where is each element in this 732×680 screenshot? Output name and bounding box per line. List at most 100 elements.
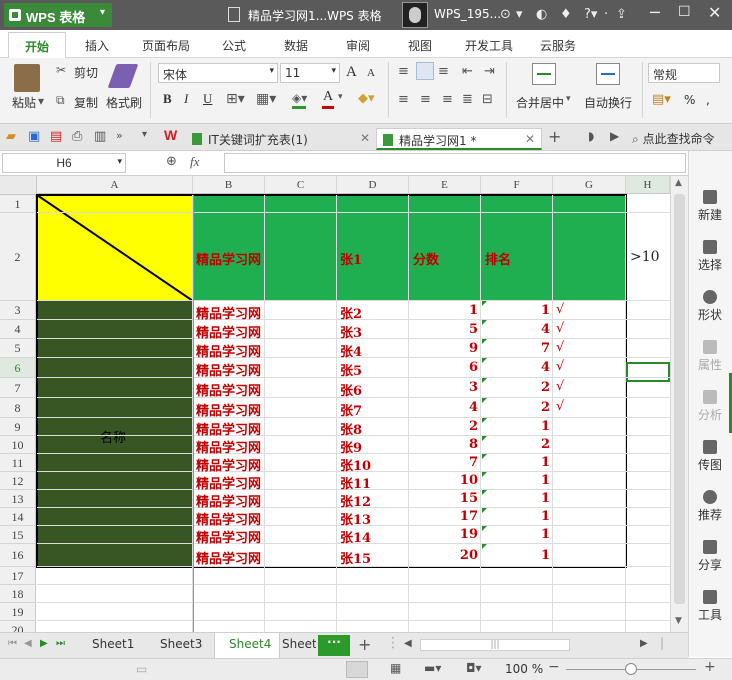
shrink-font-button[interactable]: A xyxy=(367,67,375,79)
align-left-icon[interactable]: ≡ xyxy=(398,92,409,107)
font-color-icon[interactable]: A xyxy=(323,89,333,105)
column-header[interactable]: H xyxy=(626,176,670,194)
cell-rank[interactable]: 1 xyxy=(481,527,550,542)
close-icon[interactable]: ✕ xyxy=(708,3,721,22)
cell-name[interactable]: 张14 xyxy=(340,527,371,546)
row-header[interactable]: 9 xyxy=(0,418,36,436)
cell-name[interactable]: 张3 xyxy=(340,322,362,341)
cell-site[interactable]: 精品学习网 xyxy=(196,527,261,546)
cell-rank[interactable]: 4 xyxy=(481,360,550,375)
row-header[interactable]: 2 xyxy=(0,213,36,301)
cell-site[interactable]: 精品学习网 xyxy=(196,509,261,528)
header-e[interactable]: 分数 xyxy=(413,249,439,268)
cell-site[interactable]: 精品学习网 xyxy=(196,322,261,341)
pdf-icon[interactable]: ▤ xyxy=(50,129,62,144)
cell-score[interactable]: 9 xyxy=(409,341,478,356)
skin-icon[interactable]: ♦ xyxy=(560,7,572,22)
add-sheet-icon[interactable]: + xyxy=(358,635,371,654)
currency-icon[interactable]: ▤▾ xyxy=(652,92,671,107)
column-header[interactable]: F xyxy=(481,176,553,194)
formula-input[interactable] xyxy=(224,153,686,173)
cell-site[interactable]: 精品学习网 xyxy=(196,491,261,510)
row-header[interactable]: 5 xyxy=(0,339,36,358)
row-header[interactable]: 3 xyxy=(0,301,36,320)
sheet-tab[interactable]: Sheet3 xyxy=(160,637,202,651)
underline-button[interactable]: U xyxy=(203,91,212,107)
row-header[interactable]: 4 xyxy=(0,320,36,339)
tab-data[interactable]: 数据 xyxy=(284,37,308,54)
cell-name[interactable]: 张5 xyxy=(340,360,362,379)
align-middle-icon[interactable] xyxy=(416,62,434,80)
select-all-corner[interactable] xyxy=(0,176,37,195)
user-name[interactable]: WPS_195... xyxy=(434,7,501,21)
cell-site[interactable]: 精品学习网 xyxy=(196,473,261,492)
new-tab-icon[interactable]: + xyxy=(548,127,561,146)
paste-button[interactable]: 粘贴 xyxy=(12,94,36,111)
cell-score[interactable]: 15 xyxy=(409,491,478,506)
cell-name[interactable]: 张7 xyxy=(340,400,362,419)
cell-site[interactable]: 精品学习网 xyxy=(196,437,261,456)
column-header[interactable]: B xyxy=(193,176,265,194)
cell-name[interactable]: 张2 xyxy=(340,303,362,322)
chevron-down-icon[interactable]: ▾ xyxy=(38,94,44,108)
column-header[interactable]: D xyxy=(337,176,409,194)
cell-site[interactable]: 精品学习网 xyxy=(196,419,261,438)
comma-button[interactable]: , xyxy=(706,93,710,107)
cell-score[interactable]: 1 xyxy=(409,303,478,318)
row-header[interactable]: 20 xyxy=(0,621,36,632)
normal-view-icon[interactable] xyxy=(346,661,368,678)
cell-rank[interactable]: 2 xyxy=(481,400,550,415)
scrollbar-thumb[interactable] xyxy=(674,194,685,604)
window-list-icon[interactable]: ▶ xyxy=(610,129,619,143)
cell-name[interactable]: 张11 xyxy=(340,473,371,492)
print-icon[interactable]: ⎙ xyxy=(72,129,82,144)
panel-tools[interactable]: 工具 xyxy=(688,590,732,623)
preview-icon[interactable]: ▥ xyxy=(94,129,106,144)
page-break-view-icon[interactable]: ▦ xyxy=(390,661,401,675)
app-menu-button[interactable]: WPS 表格 ▾ xyxy=(4,3,112,27)
column-header[interactable]: G xyxy=(553,176,626,194)
cell-score[interactable]: 6 xyxy=(409,360,478,375)
zoom-slider-thumb[interactable] xyxy=(625,663,637,675)
cell-check[interactable]: √ xyxy=(556,302,564,317)
chevron-down-icon[interactable]: ▾ xyxy=(338,92,343,102)
scroll-down-icon[interactable]: ▼ xyxy=(675,616,682,626)
last-sheet-icon[interactable]: ⏭ xyxy=(56,638,65,649)
open-folder-icon[interactable]: ▰ xyxy=(6,129,16,144)
panel-recommend[interactable]: 推荐 xyxy=(688,490,732,523)
cell-name[interactable]: 张15 xyxy=(340,548,371,567)
vertical-scrollbar[interactable]: ▲ ▼ xyxy=(670,176,688,632)
tab-review[interactable]: 审阅 xyxy=(346,37,370,54)
sheet-tab[interactable]: Sheet! xyxy=(282,637,316,651)
cell-site[interactable]: 精品学习网 xyxy=(196,380,261,399)
align-bottom-icon[interactable]: ≡ xyxy=(438,64,449,79)
prev-sheet-icon[interactable]: ◀ xyxy=(24,638,32,649)
command-search[interactable]: ⌕ 点此查找命令 xyxy=(632,127,732,148)
italic-button[interactable]: I xyxy=(184,91,188,107)
more-icon[interactable]: » xyxy=(116,129,123,142)
name-box[interactable]: H6 ▾ xyxy=(2,153,126,173)
panel-analysis[interactable]: 分析 xyxy=(688,390,732,423)
cell-name[interactable]: 张6 xyxy=(340,380,362,399)
row-header[interactable]: 1 xyxy=(0,195,36,213)
scroll-right-icon[interactable]: ▶ xyxy=(640,638,648,649)
cell-score[interactable]: 2 xyxy=(409,419,478,434)
panel-shape[interactable]: 形状 xyxy=(688,290,732,323)
clear-format-icon[interactable]: ◆▾ xyxy=(358,91,375,106)
header-f[interactable]: 排名 xyxy=(485,249,511,268)
panel-properties[interactable]: 属性 xyxy=(688,340,732,373)
cell-rank[interactable]: 2 xyxy=(481,380,550,395)
macro-icon[interactable]: ▭ xyxy=(136,662,147,676)
format-painter-button[interactable]: 格式刷 xyxy=(106,94,142,111)
cell-score[interactable]: 3 xyxy=(409,380,478,395)
help-icon[interactable]: ?▾ xyxy=(584,7,597,22)
align-center-icon[interactable]: ≡ xyxy=(420,92,431,107)
cell-score[interactable]: 20 xyxy=(409,548,478,563)
align-right-icon[interactable]: ≡ xyxy=(442,92,453,107)
cell-score[interactable]: 17 xyxy=(409,509,478,524)
row-header[interactable]: 8 xyxy=(0,398,36,418)
cell-rank[interactable]: 1 xyxy=(481,303,550,318)
merge-center-button[interactable]: 合并居中 xyxy=(516,94,564,111)
column-header[interactable]: E xyxy=(409,176,481,194)
cell-check[interactable]: √ xyxy=(556,359,564,374)
